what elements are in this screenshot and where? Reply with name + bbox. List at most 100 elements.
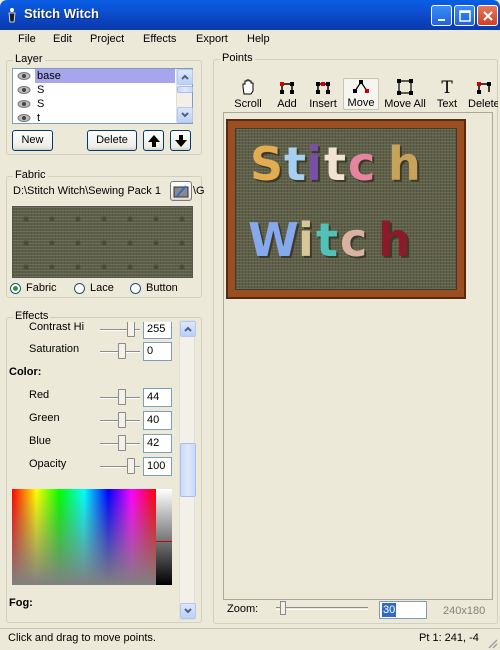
- window-title: Stitch Witch: [24, 6, 99, 21]
- canvas-letter: i: [298, 213, 314, 267]
- tool-add-label: Add: [277, 98, 297, 110]
- minimize-icon: [438, 19, 445, 21]
- eye-icon[interactable]: [17, 114, 31, 122]
- status-message: Click and drag to move points.: [8, 632, 156, 644]
- title-bar: Stitch Witch: [0, 0, 500, 30]
- app-icon: [8, 8, 16, 23]
- tool-insert-label: Insert: [309, 98, 337, 110]
- saturation-input[interactable]: 0: [143, 342, 172, 361]
- fabric-group-label: Fabric: [13, 169, 48, 181]
- layer-item-label: base: [35, 69, 175, 83]
- color-heading: Color:: [9, 366, 42, 378]
- new-layer-button[interactable]: New: [12, 130, 53, 151]
- contrast-input[interactable]: 255: [143, 322, 172, 339]
- add-points-icon: [280, 82, 294, 94]
- tool-text[interactable]: T Text: [432, 78, 462, 110]
- tool-move[interactable]: Move: [343, 78, 379, 110]
- red-label: Red: [29, 389, 50, 401]
- minimize-button[interactable]: [431, 5, 452, 26]
- arrow-up-icon: [147, 135, 160, 147]
- status-position: Pt 1: 241, -4: [419, 632, 479, 644]
- tool-text-label: Text: [436, 98, 458, 110]
- radio-fabric-dot: [10, 283, 21, 294]
- canvas-letter: t: [324, 137, 346, 191]
- contrast-slider[interactable]: [127, 322, 135, 337]
- design-preview[interactable]: S t i t c h W i t c h: [226, 119, 466, 299]
- green-label: Green: [29, 412, 60, 424]
- close-icon: [483, 11, 493, 21]
- blue-input[interactable]: 42: [143, 434, 172, 453]
- tool-scroll-label: Scroll: [234, 98, 262, 110]
- layer-item[interactable]: base: [13, 69, 175, 83]
- radio-lace-dot: [74, 283, 85, 294]
- opacity-slider[interactable]: [127, 458, 135, 474]
- chevron-down-icon: [184, 608, 192, 614]
- eye-icon[interactable]: [17, 72, 31, 80]
- saturation-slider[interactable]: [118, 343, 126, 359]
- zoom-slider[interactable]: [280, 601, 286, 615]
- opacity-input[interactable]: 100: [143, 457, 172, 476]
- canvas-letter: S: [250, 137, 284, 191]
- red-input[interactable]: 44: [143, 388, 172, 407]
- brightness-bar[interactable]: [156, 489, 172, 585]
- canvas-letter: c: [348, 137, 376, 191]
- maximize-button[interactable]: [454, 5, 475, 26]
- tool-move-all-label: Move All: [384, 98, 426, 110]
- menu-effects[interactable]: Effects: [143, 33, 176, 45]
- arrow-down-icon: [174, 135, 187, 147]
- scroll-up-button[interactable]: [177, 69, 193, 85]
- chevron-up-icon: [184, 326, 192, 332]
- radio-button-label: Button: [146, 282, 178, 294]
- eye-icon[interactable]: [17, 86, 31, 94]
- tool-add[interactable]: Add: [272, 78, 302, 110]
- scroll-up-button[interactable]: [180, 321, 196, 337]
- maximize-icon: [459, 10, 471, 22]
- eye-icon[interactable]: [17, 100, 31, 108]
- tool-move-all[interactable]: Move All: [381, 78, 429, 110]
- menu-edit[interactable]: Edit: [53, 33, 72, 45]
- folder-brush-icon: [173, 185, 189, 198]
- zoom-value: 30: [382, 603, 397, 617]
- delete-points-icon: [477, 82, 491, 94]
- zoom-input[interactable]: 30: [379, 601, 427, 619]
- scroll-thumb[interactable]: [177, 86, 193, 93]
- color-spectrum-picker[interactable]: [12, 489, 156, 585]
- red-slider[interactable]: [118, 389, 126, 405]
- delete-layer-button[interactable]: Delete: [87, 130, 137, 151]
- zoom-label: Zoom:: [227, 603, 259, 615]
- layer-item[interactable]: S: [13, 97, 173, 111]
- menu-export[interactable]: Export: [196, 33, 228, 45]
- blue-slider[interactable]: [118, 435, 126, 451]
- scroll-down-button[interactable]: [180, 603, 196, 619]
- chevron-up-icon: [181, 74, 189, 80]
- tool-scroll[interactable]: Scroll: [229, 78, 267, 110]
- canvas-letter: i: [306, 137, 322, 191]
- layer-scrollbar[interactable]: [176, 69, 193, 123]
- close-button[interactable]: [477, 5, 498, 26]
- canvas-letter: t: [316, 213, 338, 267]
- browse-fabric-button[interactable]: [170, 181, 192, 201]
- menu-help[interactable]: Help: [247, 33, 270, 45]
- layer-list[interactable]: base S S t: [12, 68, 193, 124]
- menu-project[interactable]: Project: [90, 33, 124, 45]
- layer-item-label: S: [37, 98, 45, 110]
- contrast-label: Contrast Hi: [29, 322, 85, 333]
- layer-group-label: Layer: [13, 53, 45, 65]
- move-layer-up-button[interactable]: [143, 130, 164, 151]
- green-input[interactable]: 40: [143, 411, 172, 430]
- layer-item[interactable]: t: [13, 111, 173, 123]
- tool-delete[interactable]: Delete: [466, 78, 498, 110]
- scroll-thumb[interactable]: [180, 443, 196, 497]
- layer-item[interactable]: S: [13, 83, 173, 97]
- move-layer-down-button[interactable]: [170, 130, 191, 151]
- scroll-down-button[interactable]: [177, 107, 193, 123]
- resize-grip-icon[interactable]: [486, 637, 498, 649]
- canvas-dimensions: 240x180: [443, 605, 486, 617]
- effects-scrollbar[interactable]: [179, 320, 196, 620]
- hand-icon: [242, 79, 254, 95]
- menu-file[interactable]: File: [18, 33, 36, 45]
- points-group-label: Points: [220, 52, 255, 64]
- chevron-down-icon: [181, 112, 189, 118]
- green-slider[interactable]: [118, 412, 126, 428]
- tool-insert[interactable]: Insert: [305, 78, 341, 110]
